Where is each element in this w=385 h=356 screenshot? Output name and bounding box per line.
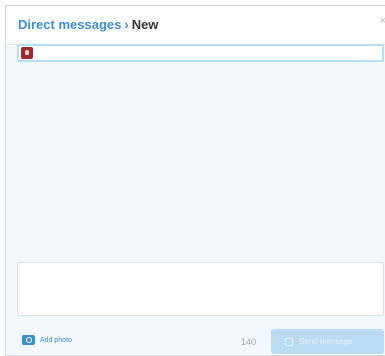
dialog-header: Direct messages › New × bbox=[6, 6, 385, 45]
send-message-icon bbox=[285, 337, 293, 346]
recipient-input[interactable] bbox=[17, 44, 384, 62]
add-photo-label: Add photo bbox=[40, 336, 72, 344]
message-textarea[interactable] bbox=[17, 262, 384, 316]
direct-message-dialog: Direct messages › New × Add photo 140 Send… bbox=[5, 5, 385, 356]
character-counter: 140 bbox=[241, 337, 257, 347]
user-avatar-icon bbox=[21, 47, 33, 59]
close-icon[interactable]: × bbox=[380, 16, 385, 27]
add-photo-button[interactable]: Add photo bbox=[22, 334, 72, 346]
send-message-label: Send message bbox=[299, 337, 353, 346]
breadcrumb-current: New bbox=[131, 17, 159, 32]
breadcrumb-direct-messages[interactable]: Direct messages bbox=[18, 17, 121, 32]
camera-icon bbox=[22, 335, 35, 345]
dialog-title: Direct messages › New bbox=[18, 17, 158, 32]
dialog-footer: Add photo 140 Send message bbox=[6, 320, 385, 354]
send-message-button[interactable]: Send message bbox=[271, 329, 384, 354]
breadcrumb-separator: › bbox=[124, 17, 129, 32]
